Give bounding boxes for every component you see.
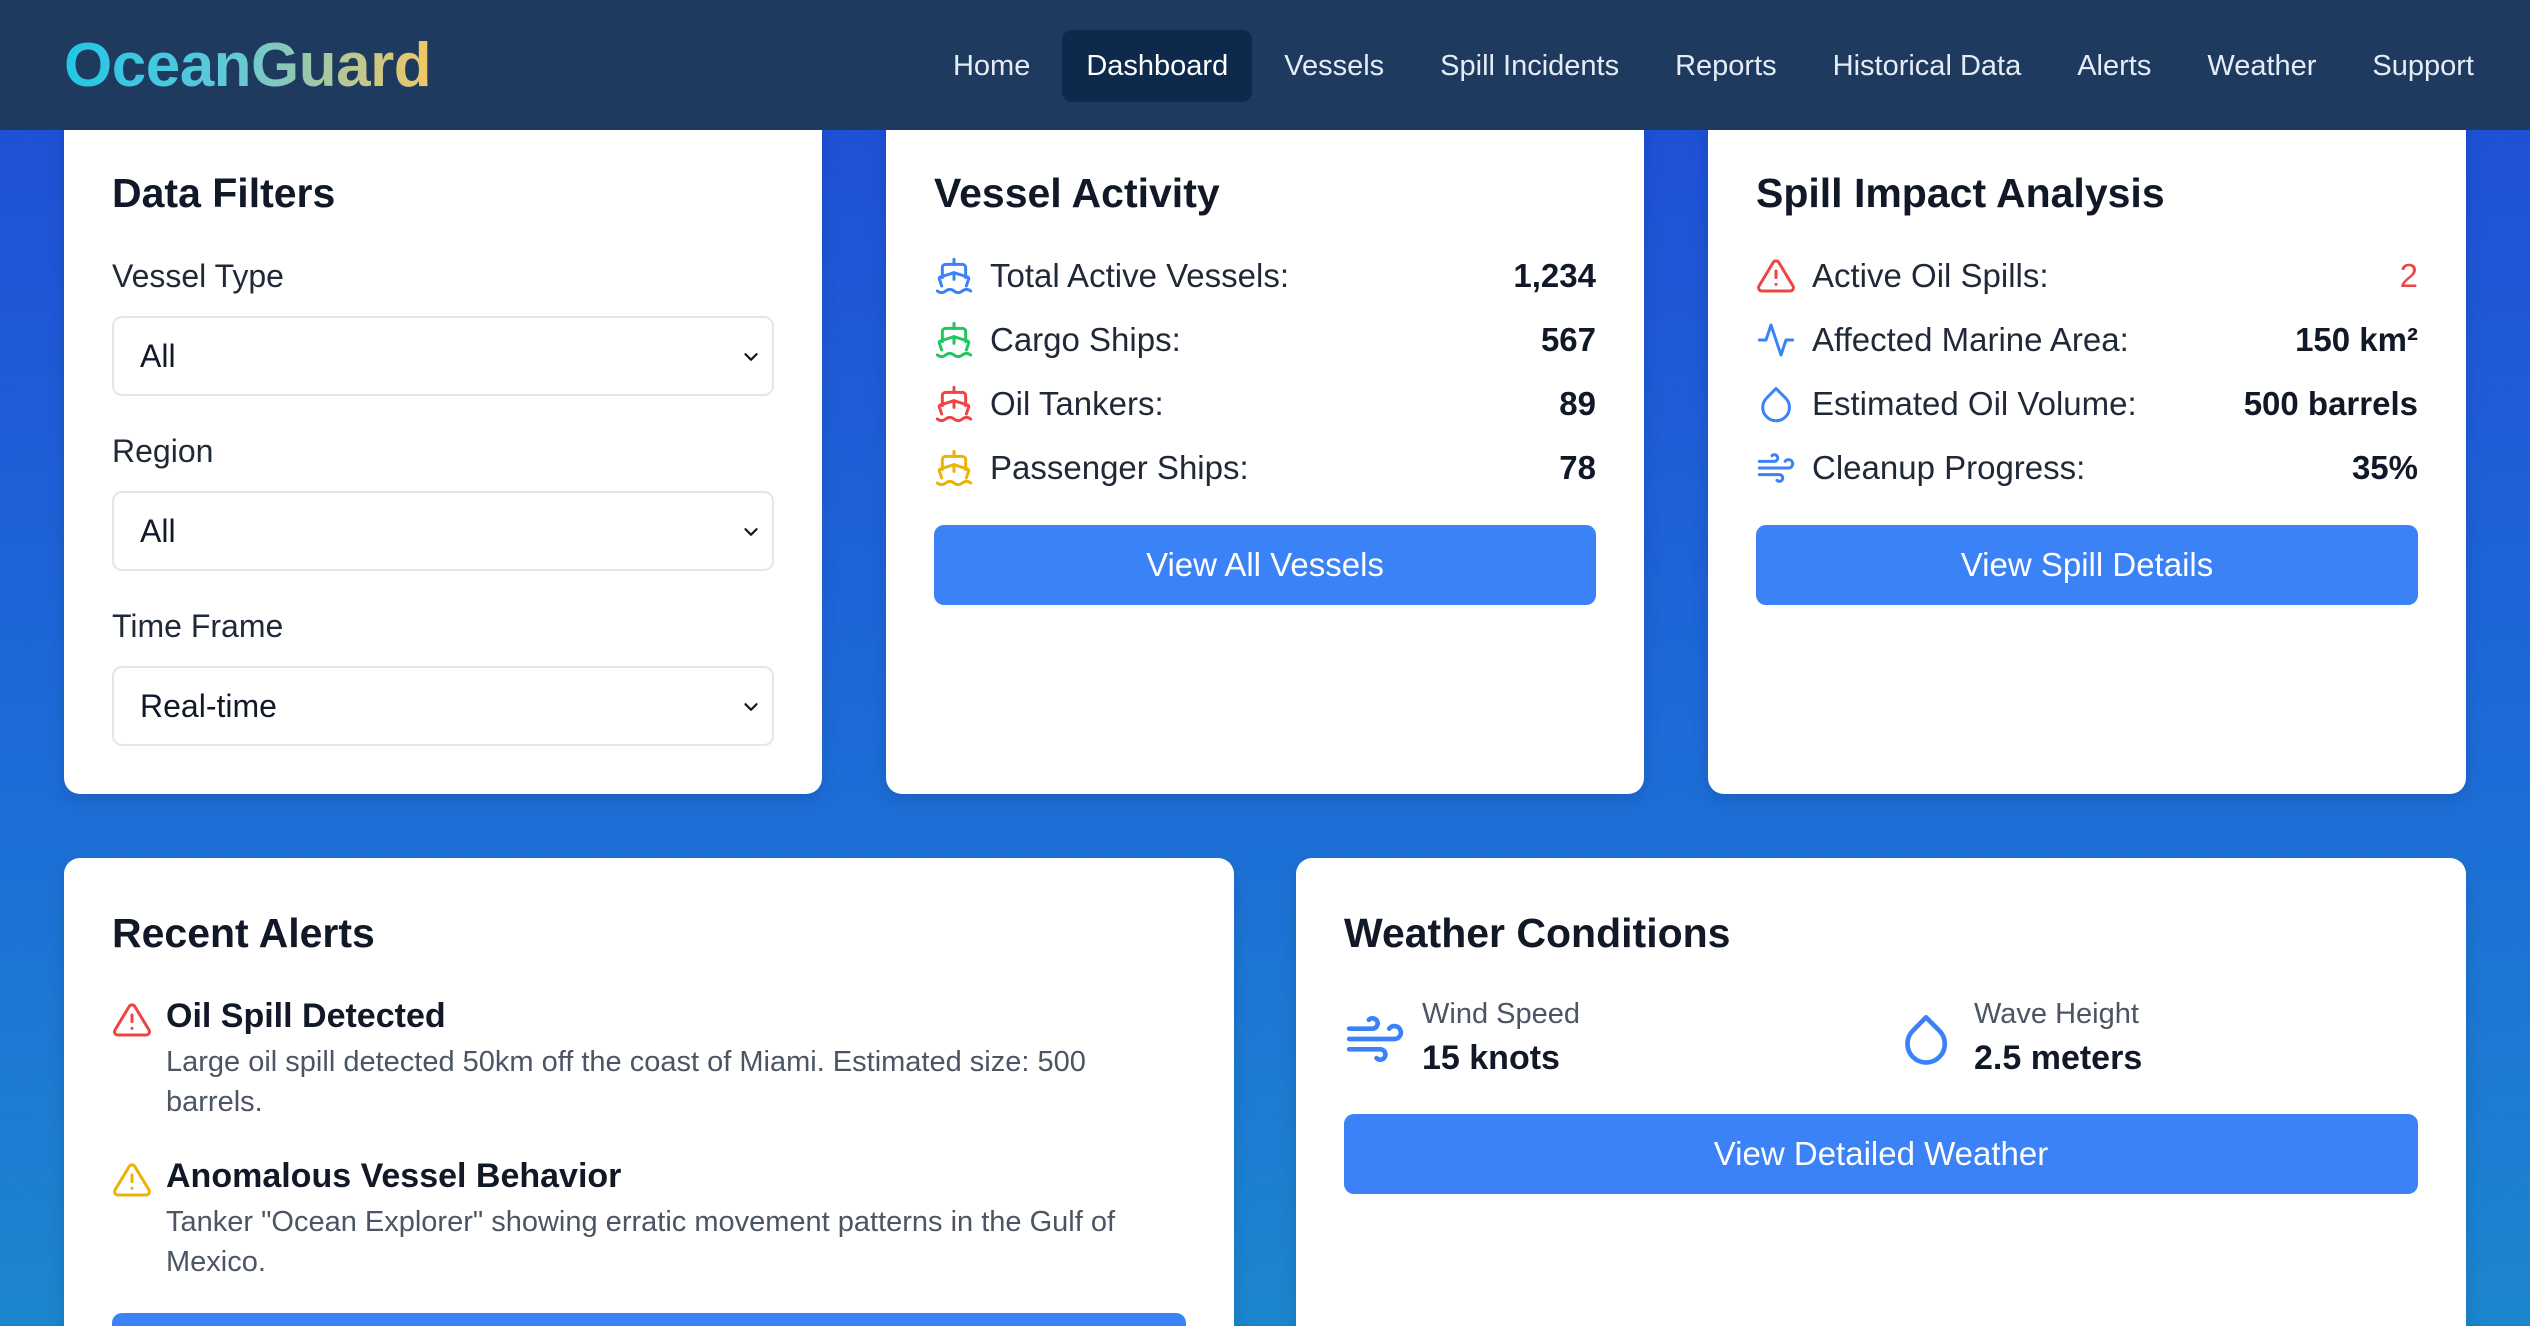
nav-links: Home Dashboard Vessels Spill Incidents R… bbox=[929, 30, 2498, 102]
wave-height-value: 2.5 meters bbox=[1974, 1039, 2143, 1077]
stat-row-oil-tankers: Oil Tankers: 89 bbox=[934, 380, 1596, 428]
vessel-activity-title: Vessel Activity bbox=[934, 170, 1220, 216]
wind-speed-value: 15 knots bbox=[1422, 1039, 1560, 1077]
alert-description: Tanker "Ocean Explorer" showing erratic … bbox=[166, 1206, 1116, 1278]
nav-item-historical-data[interactable]: Historical Data bbox=[1809, 30, 2046, 102]
wave-height-item: Wave Height 2.5 meters bbox=[1898, 996, 2398, 1086]
time-frame-label: Time Frame bbox=[112, 608, 284, 644]
total-vessels-label: Total Active Vessels: bbox=[990, 257, 1289, 294]
stat-row-passenger-ships: Passenger Ships: 78 bbox=[934, 444, 1596, 492]
time-frame-value: Real-time bbox=[140, 688, 277, 724]
ship-icon bbox=[935, 385, 973, 423]
nav-item-home[interactable]: Home bbox=[929, 30, 1054, 102]
alert-description: Large oil spill detected 50km off the co… bbox=[166, 1046, 1086, 1118]
vessel-activity-card: Vessel Activity Total Active Vessels: 1,… bbox=[886, 110, 1644, 794]
warning-triangle-icon bbox=[113, 1003, 151, 1037]
recent-alerts-title: Recent Alerts bbox=[112, 910, 375, 956]
warning-triangle-icon bbox=[113, 1163, 151, 1197]
view-all-alerts-button[interactable] bbox=[112, 1313, 1186, 1326]
time-frame-select[interactable]: Real-time bbox=[112, 666, 774, 746]
vessel-type-select[interactable]: All bbox=[112, 316, 774, 396]
region-select[interactable]: All bbox=[112, 491, 774, 571]
cargo-ships-label: Cargo Ships: bbox=[990, 321, 1181, 358]
cleanup-progress-label: Cleanup Progress: bbox=[1812, 449, 2086, 486]
nav-item-weather[interactable]: Weather bbox=[2183, 30, 2340, 102]
stat-row-active-spills: Active Oil Spills: 2 bbox=[1756, 252, 2418, 300]
wind-icon bbox=[1346, 1016, 1404, 1062]
chevron-down-icon bbox=[744, 528, 758, 536]
oil-volume-value: 500 barrels bbox=[2243, 385, 2418, 422]
alert-item[interactable]: Anomalous Vessel Behavior Tanker "Ocean … bbox=[112, 1154, 1186, 1294]
ship-icon bbox=[935, 449, 973, 487]
nav-item-dashboard[interactable]: Dashboard bbox=[1062, 30, 1253, 102]
top-navbar: OceanGuard Home Dashboard Vessels Spill … bbox=[0, 0, 2530, 130]
cargo-ships-value: 567 bbox=[1540, 321, 1596, 358]
chevron-down-icon bbox=[744, 703, 758, 711]
wave-height-label: Wave Height bbox=[1974, 998, 2139, 1030]
oil-volume-label: Estimated Oil Volume: bbox=[1812, 385, 2137, 422]
nav-item-support[interactable]: Support bbox=[2348, 30, 2498, 102]
ship-icon bbox=[935, 321, 973, 359]
droplet-icon bbox=[1905, 1014, 1948, 1065]
stat-row-cargo-ships: Cargo Ships: 567 bbox=[934, 316, 1596, 364]
wind-icon bbox=[1757, 453, 1795, 483]
alert-item[interactable]: Oil Spill Detected Large oil spill detec… bbox=[112, 994, 1186, 1134]
nav-item-reports[interactable]: Reports bbox=[1651, 30, 1801, 102]
passenger-ships-label: Passenger Ships: bbox=[990, 449, 1249, 486]
region-value: All bbox=[140, 513, 176, 549]
stat-row-affected-area: Affected Marine Area: 150 km² bbox=[1756, 316, 2418, 364]
stat-row-cleanup-progress: Cleanup Progress: 35% bbox=[1756, 444, 2418, 492]
alert-title: Anomalous Vessel Behavior bbox=[166, 1157, 622, 1195]
active-spills-value: 2 bbox=[2399, 257, 2418, 294]
wind-speed-item: Wind Speed 15 knots bbox=[1344, 996, 1844, 1086]
activity-icon bbox=[1757, 323, 1795, 357]
alert-title: Oil Spill Detected bbox=[166, 997, 446, 1035]
active-spills-label: Active Oil Spills: bbox=[1812, 257, 2049, 294]
passenger-ships-value: 78 bbox=[1559, 449, 1596, 486]
cleanup-progress-value: 35% bbox=[2351, 449, 2418, 486]
wind-speed-label: Wind Speed bbox=[1422, 998, 1580, 1030]
recent-alerts-card: Recent Alerts Oil Spill Detected Large o… bbox=[64, 858, 1234, 1326]
spill-impact-title: Spill Impact Analysis bbox=[1756, 170, 2165, 216]
affected-area-value: 150 km² bbox=[2295, 321, 2418, 358]
data-filters-card: Data Filters Vessel Type All Region All … bbox=[64, 110, 822, 794]
affected-area-label: Affected Marine Area: bbox=[1812, 321, 2129, 358]
app-logo[interactable]: OceanGuard bbox=[64, 30, 432, 102]
total-vessels-value: 1,234 bbox=[1513, 257, 1596, 294]
oil-tankers-value: 89 bbox=[1559, 385, 1596, 422]
weather-conditions-card: Weather Conditions Wind Speed 15 knots W… bbox=[1296, 858, 2466, 1326]
view-detailed-weather-button[interactable]: View Detailed Weather bbox=[1344, 1114, 2418, 1194]
nav-item-alerts[interactable]: Alerts bbox=[2053, 30, 2175, 102]
nav-item-vessels[interactable]: Vessels bbox=[1260, 30, 1408, 102]
region-label: Region bbox=[112, 433, 214, 469]
vessel-type-label: Vessel Type bbox=[112, 258, 284, 294]
stat-row-total-vessels: Total Active Vessels: 1,234 bbox=[934, 252, 1596, 300]
nav-item-spill-incidents[interactable]: Spill Incidents bbox=[1416, 30, 1643, 102]
stat-row-oil-volume: Estimated Oil Volume: 500 barrels bbox=[1756, 380, 2418, 428]
weather-conditions-title: Weather Conditions bbox=[1344, 910, 1731, 956]
warning-triangle-icon bbox=[1757, 259, 1795, 293]
vessel-type-value: All bbox=[140, 338, 176, 374]
spill-impact-card: Spill Impact Analysis Active Oil Spills:… bbox=[1708, 110, 2466, 794]
ship-icon bbox=[935, 257, 973, 295]
view-spill-details-button[interactable]: View Spill Details bbox=[1756, 525, 2418, 605]
data-filters-title: Data Filters bbox=[112, 170, 336, 216]
chevron-down-icon bbox=[744, 353, 758, 361]
oil-tankers-label: Oil Tankers: bbox=[990, 385, 1164, 422]
droplet-icon bbox=[1761, 387, 1791, 423]
view-all-vessels-button[interactable]: View All Vessels bbox=[934, 525, 1596, 605]
